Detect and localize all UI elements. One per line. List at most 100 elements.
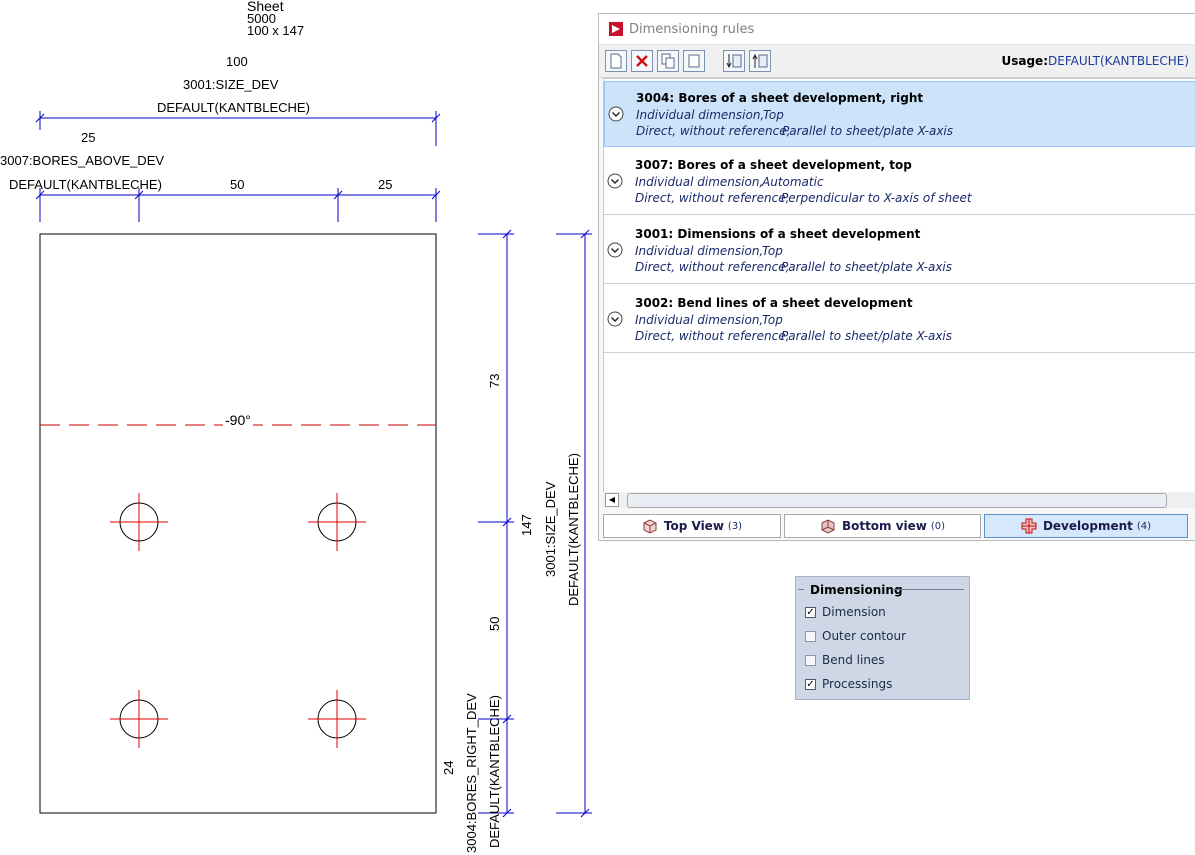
checkbox-bend-lines[interactable] [805,654,816,666]
checkbox-outer-contour[interactable] [805,630,816,642]
tab-count: (4) [1136,520,1152,532]
rule-reference: Direct, without reference, [635,260,790,274]
sheet-size: 100 x 147 [247,23,304,38]
rule-position: Top [762,313,783,327]
cube-icon [821,519,835,534]
hole-bottom-right[interactable] [308,690,366,748]
tab-development[interactable]: Development (4) [984,514,1188,538]
sheet-outline[interactable] [39,233,437,814]
chevron-down-icon[interactable] [607,242,623,258]
usage-indicator: Usage:DEFAULT(KANTBLECHE) [1001,54,1189,68]
rule-position: Top [762,244,783,258]
paste-rule-button[interactable] [683,50,705,72]
usage-value: DEFAULT(KANTBLECHE) [1048,54,1189,68]
rule-list[interactable]: 3004: Bores of a sheet development, righ… [603,78,1195,502]
rule-title: 3002: Bend lines of a sheet development [635,296,913,310]
option-bend-lines[interactable]: Bend lines [805,653,885,667]
option-label: Outer contour [822,629,907,643]
rule-item-3001[interactable]: 3001: Dimensions of a sheet development … [604,218,1195,284]
tab-count: (3) [727,520,743,532]
bores-right-value-50: 50 [487,617,502,631]
tab-top-view[interactable]: Top View (3) [603,514,781,538]
dimensioning-panel: Dimensioning ✓ Dimension Outer contour B… [795,576,970,700]
size-dim-usage: DEFAULT(KANTBLECHE) [566,453,581,606]
option-dimension[interactable]: ✓ Dimension [805,605,886,619]
copy-icon [661,53,675,69]
size-dim-rule: 3001:SIZE_DEV [543,481,558,577]
rule-title: 3007: Bores of a sheet development, top [635,158,912,172]
top-dim-rule: 3001:SIZE_DEV [183,77,279,92]
rule-item-3007[interactable]: 3007: Bores of a sheet development, top … [604,149,1195,215]
move-up-button[interactable] [749,50,771,72]
paste-icon [688,54,700,68]
new-rule-button[interactable] [605,50,627,72]
bores-above-left-value: 25 [81,130,95,145]
view-tabs: Top View (3) Bottom view (0) Development (4… [603,514,1191,538]
scroll-thumb[interactable] [627,493,1167,508]
panel-divider [892,589,964,590]
move-down-button[interactable] [723,50,745,72]
rule-title: 3004: Bores of a sheet development, righ… [636,91,924,105]
chevron-down-icon[interactable] [608,106,624,122]
rules-toolbar: Usage:DEFAULT(KANTBLECHE) [599,45,1195,78]
hole-top-right[interactable] [308,493,366,551]
rule-item-3002[interactable]: 3002: Bend lines of a sheet development … [604,287,1195,353]
tab-bottom-view[interactable]: Bottom view (0) [784,514,981,538]
chevron-down-icon[interactable] [607,173,623,189]
collapse-dash[interactable] [798,589,804,590]
rule-type: Individual dimension, [636,108,765,122]
dialog-title: Dimensioning rules [629,21,755,37]
bores-right-value-24: 24 [441,761,456,775]
rule-reference: Direct, without reference, [635,329,790,343]
tab-label: Development [1042,519,1133,533]
checkbox-processings[interactable]: ✓ [805,678,816,690]
copy-rule-button[interactable] [657,50,679,72]
size-dim-value: 147 [519,514,534,536]
app-icon [609,22,623,36]
bores-right-rule: 3004:BORES_RIGHT_DEV [464,693,479,853]
rule-orientation: Parallel to sheet/plate X-axis [782,124,954,138]
tab-label: Top View [663,519,724,533]
option-label: Dimension [822,605,886,619]
rule-orientation: Parallel to sheet/plate X-axis [781,260,953,274]
rule-type: Individual dimension, [635,313,764,327]
option-processings[interactable]: ✓ Processings [805,677,892,691]
option-label: Processings [822,677,893,691]
top-dimension-line[interactable] [35,111,441,146]
bores-above-dimension-line[interactable] [35,188,441,222]
rule-type: Individual dimension, [635,175,764,189]
rule-reference: Direct, without reference, [636,124,791,138]
top-dim-value: 100 [226,54,248,69]
new-icon [610,53,622,69]
rule-orientation: Parallel to sheet/plate X-axis [781,329,953,343]
scroll-left-button[interactable]: ◀ [605,493,619,507]
rule-item-3004[interactable]: 3004: Bores of a sheet development, righ… [604,81,1195,147]
hole-bottom-left[interactable] [110,690,168,748]
delete-rule-button[interactable] [631,50,653,72]
option-outer-contour[interactable]: Outer contour [805,629,906,643]
bores-right-usage: DEFAULT(KANTBLECHE) [487,695,502,848]
chevron-down-icon[interactable] [607,311,623,327]
bores-above-right-value: 25 [378,177,392,192]
dialog-titlebar[interactable]: Dimensioning rules [599,14,1195,45]
dimensioning-rules-dialog: Dimensioning rules Usage:DEFAULT(KANTBLE… [598,13,1195,541]
rule-position: Automatic [762,175,824,189]
checkbox-dimension[interactable]: ✓ [805,606,816,618]
horizontal-scrollbar[interactable]: ◀ [603,492,1195,508]
delete-icon [636,55,648,67]
usage-label: Usage: [1001,54,1048,68]
move-down-icon [726,54,742,69]
rule-position: Top [763,108,784,122]
bend-angle-label: -90° [225,412,251,428]
top-dim-usage: DEFAULT(KANTBLECHE) [157,100,310,115]
rule-type: Individual dimension, [635,244,764,258]
tab-label: Bottom view [841,519,927,533]
cube-icon [643,519,657,534]
tab-count: (0) [930,520,946,532]
hole-top-left[interactable] [110,493,168,551]
panel-title: Dimensioning [810,583,903,597]
sheet-development-icon [1021,518,1037,534]
move-up-icon [752,53,768,68]
bores-right-value-73: 73 [487,374,502,388]
rule-orientation: Perpendicular to X-axis of sheet [781,191,972,205]
